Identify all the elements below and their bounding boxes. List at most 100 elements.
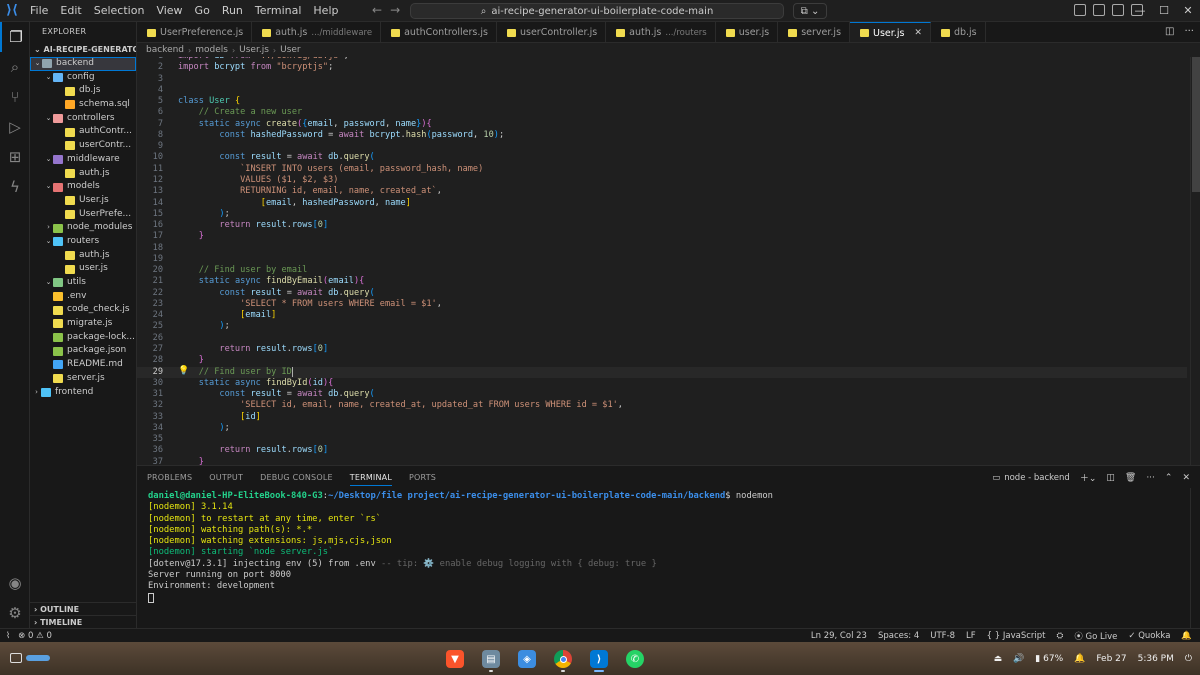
- code-line[interactable]: 36 return result.rows[0]: [137, 445, 1187, 456]
- battery-indicator[interactable]: ▮ 67%: [1035, 654, 1063, 664]
- lightbulb-icon[interactable]: 💡: [178, 366, 189, 376]
- terminal-scrollbar[interactable]: [1190, 488, 1200, 628]
- search-view-icon[interactable]: ⌕: [0, 52, 30, 82]
- kill-terminal-icon[interactable]: 🗑: [1125, 473, 1136, 483]
- code-line[interactable]: 19: [137, 254, 1187, 265]
- menu-help[interactable]: Help: [307, 0, 344, 22]
- menu-terminal[interactable]: Terminal: [249, 0, 308, 22]
- account-icon[interactable]: ◉: [0, 568, 30, 598]
- code-line[interactable]: 34 );: [137, 423, 1187, 434]
- toggle-secondary-sidebar-icon[interactable]: [1112, 4, 1124, 16]
- minimize-icon[interactable]: —: [1128, 0, 1152, 22]
- quokka-button[interactable]: ✓ Quokka: [1128, 631, 1170, 641]
- editor-tab[interactable]: auth.js .../middleware: [252, 22, 382, 42]
- go-live-button[interactable]: ⦿ Go Live: [1074, 630, 1117, 642]
- code-line[interactable]: 26: [137, 333, 1187, 344]
- code-line[interactable]: 30 static async findById(id){: [137, 378, 1187, 389]
- breadcrumb-item[interactable]: models: [195, 45, 228, 55]
- tree-file[interactable]: schema.sql: [30, 98, 136, 112]
- editor-tab[interactable]: user.js: [716, 22, 779, 42]
- tree-folder[interactable]: ⌄ controllers: [30, 112, 136, 126]
- tree-file[interactable]: db.js: [30, 84, 136, 98]
- outline-section[interactable]: › OUTLINE: [30, 602, 136, 616]
- code-line[interactable]: 31 const result = await db.query(: [137, 389, 1187, 400]
- tree-file[interactable]: package.json: [30, 344, 136, 358]
- toggle-primary-sidebar-icon[interactable]: [1074, 4, 1086, 16]
- breadcrumb-item[interactable]: User: [280, 45, 301, 55]
- whatsapp-app[interactable]: ✆: [622, 646, 648, 672]
- code-line[interactable]: 32 'SELECT id, email, name, created_at, …: [137, 400, 1187, 411]
- thunder-icon[interactable]: ϟ: [0, 172, 30, 202]
- more-actions-icon[interactable]: ···: [1146, 473, 1155, 483]
- notifications-bell-icon[interactable]: 🔔: [1181, 631, 1192, 641]
- maximize-icon[interactable]: ☐: [1152, 0, 1176, 22]
- chrome-app[interactable]: [550, 646, 576, 672]
- brave-browser-app[interactable]: ▼: [442, 646, 468, 672]
- code-line[interactable]: 20 // Find user by email: [137, 265, 1187, 276]
- tree-file[interactable]: auth.js: [30, 249, 136, 263]
- tree-file[interactable]: UserPrefe...: [30, 208, 136, 222]
- software-store-app[interactable]: ◈: [514, 646, 540, 672]
- encoding[interactable]: UTF-8: [930, 631, 955, 641]
- menu-run[interactable]: Run: [216, 0, 249, 22]
- tree-file[interactable]: userContr...: [30, 139, 136, 153]
- tree-folder[interactable]: ⌄ utils: [30, 276, 136, 290]
- code-line[interactable]: 7 static async create({email, password, …: [137, 119, 1187, 130]
- close-window-icon[interactable]: ✕: [1176, 0, 1200, 22]
- panel-tab-ports[interactable]: PORTS: [409, 473, 436, 482]
- code-line[interactable]: 8 const hashedPassword = await bcrypt.ha…: [137, 130, 1187, 141]
- editor-tab[interactable]: User.js ✕: [850, 22, 931, 42]
- tree-file[interactable]: migrate.js: [30, 317, 136, 331]
- power-menu-icon[interactable]: ⏻: [1185, 654, 1192, 664]
- code-line[interactable]: 29 // Find user by ID: [137, 366, 1187, 378]
- code-line[interactable]: 16 return result.rows[0]: [137, 220, 1187, 231]
- back-arrow-icon[interactable]: ←: [372, 3, 382, 17]
- code-line[interactable]: 15 );: [137, 209, 1187, 220]
- tree-file[interactable]: code_check.js: [30, 303, 136, 317]
- code-line[interactable]: 22 const result = await db.query(: [137, 288, 1187, 299]
- menu-go[interactable]: Go: [189, 0, 216, 22]
- code-line[interactable]: 13 RETURNING id, email, name, created_at…: [137, 186, 1187, 197]
- notification-bell-tray-icon[interactable]: 🔔: [1074, 654, 1085, 664]
- code-line[interactable]: 23 'SELECT * FROM users WHERE email = $1…: [137, 299, 1187, 310]
- tree-folder[interactable]: ⌄ models: [30, 180, 136, 194]
- clock-time[interactable]: 5:36 PM: [1138, 654, 1174, 664]
- settings-gear-icon[interactable]: ⚙: [0, 598, 30, 628]
- menu-file[interactable]: File: [24, 0, 54, 22]
- code-line[interactable]: 35: [137, 434, 1187, 445]
- code-line[interactable]: 4: [137, 85, 1187, 96]
- code-line[interactable]: 3: [137, 74, 1187, 85]
- tree-folder[interactable]: ⌄ routers: [30, 235, 136, 249]
- breadcrumb-item[interactable]: User.js: [239, 45, 269, 55]
- panel-tab-output[interactable]: OUTPUT: [209, 473, 243, 482]
- tree-folder[interactable]: ⌄ middleware: [30, 153, 136, 167]
- source-control-icon[interactable]: ⑂: [0, 82, 30, 112]
- panel-tab-debug-console[interactable]: DEBUG CONSOLE: [260, 473, 333, 482]
- tree-file[interactable]: authContr...: [30, 125, 136, 139]
- workspace-indicator[interactable]: [10, 651, 66, 665]
- menu-selection[interactable]: Selection: [88, 0, 151, 22]
- new-terminal-icon[interactable]: ＋⌄: [1080, 471, 1097, 484]
- editor-tab[interactable]: userController.js: [497, 22, 607, 42]
- editor-tab[interactable]: authControllers.js: [381, 22, 497, 42]
- code-line[interactable]: 6 // Create a new user: [137, 107, 1187, 118]
- tree-folder[interactable]: ⌄ backend: [30, 57, 136, 71]
- split-terminal-icon[interactable]: ◫: [1106, 473, 1115, 483]
- menu-edit[interactable]: Edit: [54, 0, 87, 22]
- tree-file[interactable]: README.md: [30, 358, 136, 372]
- tree-file[interactable]: auth.js: [30, 167, 136, 181]
- terminal-output[interactable]: daniel@daniel-HP-EliteBook-840-G3:~/Desk…: [148, 491, 1188, 627]
- command-center-search[interactable]: ⌕ ai-recipe-generator-ui-boilerplate-cod…: [410, 3, 784, 19]
- code-line[interactable]: 9: [137, 141, 1187, 152]
- panel-tab-problems[interactable]: PROBLEMS: [147, 473, 192, 482]
- problems-indicator[interactable]: ⊗ 0 ⚠ 0: [18, 631, 52, 641]
- tree-file[interactable]: package-lock...: [30, 331, 136, 345]
- code-line[interactable]: 10 const result = await db.query(: [137, 152, 1187, 163]
- tree-folder[interactable]: › node_modules: [30, 221, 136, 235]
- forward-arrow-icon[interactable]: →: [390, 3, 400, 17]
- tree-file[interactable]: .env: [30, 290, 136, 304]
- copilot-button[interactable]: ⧉ ⌄: [793, 3, 827, 19]
- workspace-root[interactable]: ⌄ AI-RECIPE-GENERATOR-...: [30, 42, 136, 57]
- code-line[interactable]: 25 );: [137, 321, 1187, 332]
- code-line[interactable]: 27 return result.rows[0]: [137, 344, 1187, 355]
